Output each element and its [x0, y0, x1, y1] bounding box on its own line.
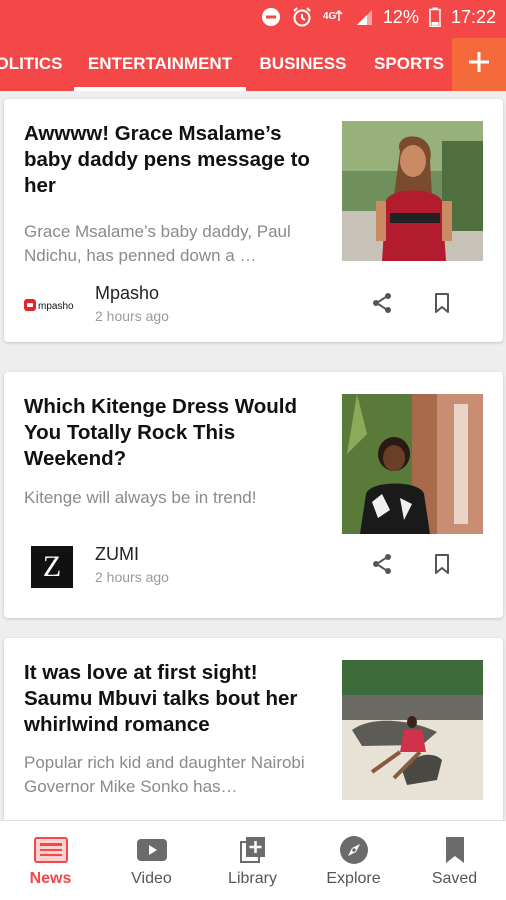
publish-time: 2 hours ago — [95, 569, 169, 585]
article-title[interactable]: Awwww! Grace Msalame’s baby daddy pens m… — [24, 121, 324, 199]
nav-video[interactable]: Video — [101, 821, 202, 900]
share-button[interactable] — [368, 550, 396, 578]
article-source-row: Z ZUMI 2 hours ago — [24, 542, 484, 592]
source-name[interactable]: Mpasho — [95, 283, 159, 304]
video-icon — [135, 835, 169, 865]
nav-library[interactable]: Library — [202, 821, 303, 900]
signal-icon — [355, 8, 373, 26]
share-button[interactable] — [368, 289, 396, 317]
bookmark-outline-icon — [435, 293, 449, 313]
bookmark-outline-icon — [435, 554, 449, 574]
nav-news[interactable]: News — [0, 821, 101, 900]
article-thumbnail[interactable] — [342, 660, 483, 800]
nav-news-label: News — [29, 870, 72, 887]
source-name[interactable]: ZUMI — [95, 544, 139, 565]
battery-icon — [429, 7, 441, 27]
do-not-disturb-icon — [261, 7, 281, 27]
article-title[interactable]: It was love at first sight! Saumu Mbuvi … — [24, 660, 324, 738]
svg-text:4G: 4G — [323, 11, 337, 22]
article-snippet: Popular rich kid and daughter Nairobi Go… — [24, 753, 305, 796]
battery-percent: 12% — [382, 6, 419, 27]
nav-saved-label: Saved — [431, 870, 478, 887]
share-icon — [373, 293, 391, 313]
bookmark-button[interactable] — [428, 289, 456, 317]
category-tab-bar: OLITICS ENTERTAINMENT BUSINESS SPORTS — [0, 38, 506, 91]
mpasho-logo-text: mpasho — [38, 301, 74, 312]
mpasho-logo: mpasho — [24, 289, 82, 321]
nav-explore[interactable]: Explore — [303, 821, 404, 900]
bookmark-button[interactable] — [428, 550, 456, 578]
plus-icon — [468, 51, 490, 78]
article-thumbnail[interactable] — [342, 121, 483, 261]
nav-explore-label: Explore — [326, 870, 381, 887]
article-snippet: Kitenge will always be in trend! — [24, 488, 257, 507]
article-thumbnail[interactable] — [342, 394, 483, 534]
article-snippet: Grace Msalame’s baby daddy, Paul Ndichu,… — [24, 222, 291, 265]
nav-library-label: Library — [228, 870, 277, 887]
news-icon — [33, 835, 68, 865]
article-card[interactable]: Awwww! Grace Msalame’s baby daddy pens m… — [4, 99, 503, 342]
news-feed[interactable]: Awwww! Grace Msalame’s baby daddy pens m… — [0, 91, 506, 820]
status-icons: 4G 12% 17:22 — [261, 6, 496, 28]
tab-politics[interactable]: OLITICS — [0, 38, 64, 91]
tab-sports[interactable]: SPORTS — [372, 38, 446, 91]
bookmark-icon — [438, 835, 472, 865]
clock: 17:22 — [450, 6, 496, 27]
nav-saved[interactable]: Saved — [404, 821, 505, 900]
article-card[interactable]: Which Kitenge Dress Would You Totally Ro… — [4, 372, 503, 618]
article-source-row: mpasho Mpasho 2 hours ago — [24, 281, 484, 331]
bottom-navigation: News Video Library Explore Saved — [0, 820, 506, 900]
4g-icon: 4G — [323, 7, 345, 27]
alarm-icon — [291, 6, 313, 28]
compass-icon — [337, 835, 371, 865]
status-bar: 4G 12% 17:22 — [0, 0, 506, 38]
add-category-button[interactable] — [452, 38, 506, 91]
library-icon — [236, 835, 270, 865]
zumi-logo-text: Z — [42, 550, 62, 583]
publish-time: 2 hours ago — [95, 308, 169, 324]
tab-entertainment[interactable]: ENTERTAINMENT — [74, 38, 246, 91]
zumi-logo: Z — [24, 546, 82, 588]
share-icon — [373, 554, 391, 574]
tab-business[interactable]: BUSINESS — [258, 38, 348, 91]
nav-video-label: Video — [131, 870, 172, 887]
article-title[interactable]: Which Kitenge Dress Would You Totally Ro… — [24, 394, 324, 472]
article-card[interactable]: It was love at first sight! Saumu Mbuvi … — [4, 638, 503, 820]
